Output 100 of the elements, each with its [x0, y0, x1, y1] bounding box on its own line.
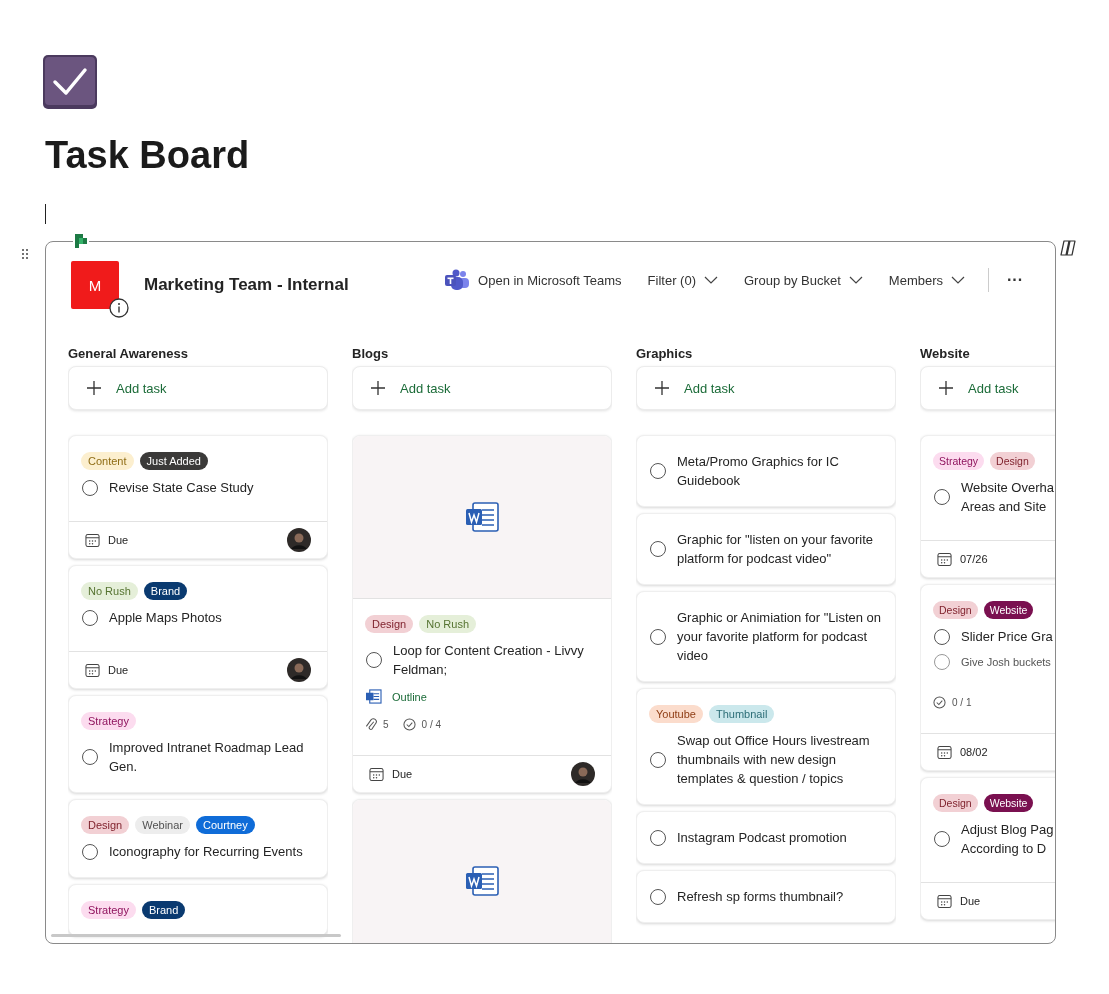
add-task-button[interactable]: Add task: [920, 366, 1055, 410]
task-card[interactable]: Refresh sp forms thumbnail?: [636, 870, 896, 923]
checklist-count: 0 / 4: [421, 719, 442, 730]
label-tag: Design: [365, 615, 414, 633]
bucket-title: Website: [920, 346, 971, 363]
more-options-button[interactable]: ···: [1001, 271, 1029, 289]
assignee-avatar[interactable]: [287, 658, 311, 682]
label-tag: Webinar: [135, 816, 190, 834]
dropdown-button[interactable]: Members: [879, 272, 974, 288]
task-card[interactable]: Strategy Design Website Overha Areas and Site 07/26: [920, 435, 1055, 578]
label-tag: Website: [983, 601, 1034, 619]
task-title: Apple Maps Photos: [109, 609, 222, 627]
label-tag: Strategy: [81, 712, 136, 730]
add-task-button[interactable]: Add task: [636, 366, 896, 410]
task-title: Loop for Content Creation - Livvy Feldman;: [393, 642, 585, 679]
plan-avatar: M: [71, 261, 119, 309]
task-title: Graphic or Animiation for "Listen on your favorite platform for podcast video: [677, 609, 883, 665]
label-tag: Thumbnail: [709, 705, 775, 723]
label-tag: Content: [81, 452, 134, 470]
check-circle-icon: [402, 718, 416, 731]
horizontal-scrollbar[interactable]: [51, 934, 341, 937]
task-card[interactable]: Design Website Adjust Blog Pag According to D Due: [920, 777, 1055, 920]
task-card[interactable]: Strategy Brand: [68, 884, 328, 936]
document-icon: [365, 689, 382, 704]
due-date: Due: [108, 534, 129, 546]
copilot-icon[interactable]: [1059, 239, 1077, 257]
label-tag: No Rush: [81, 582, 138, 600]
task-title: Improved Intranet Roadmap Lead Gen.: [109, 739, 305, 776]
plan-name: Marketing Team - Internal: [144, 275, 349, 295]
plus-icon: [938, 380, 954, 396]
calendar-icon: [85, 532, 100, 548]
checklist-item: Give Josh buckets: [961, 656, 1051, 668]
document-icon: [465, 866, 499, 896]
task-card[interactable]: Instagram Podcast promotion: [636, 811, 896, 864]
label-tag: Design: [933, 601, 978, 619]
label-tag: Courtney: [196, 816, 255, 834]
label-tag: Brand: [143, 582, 188, 600]
label-tag: Just Added: [139, 452, 208, 470]
task-title: Swap out Office Hours livestream thumbnails with new design templates & question / topics: [677, 732, 871, 788]
task-card[interactable]: Content Just Added Revise State Case Study Due: [68, 435, 328, 559]
task-title: Iconography for Recurring Events: [109, 843, 303, 861]
chevron-down-icon: [704, 276, 718, 284]
label-tag: Youtube: [649, 705, 703, 723]
bucket-title: Blogs: [352, 346, 390, 363]
label-tag: Brand: [141, 901, 186, 919]
due-date: 08/02: [960, 746, 988, 758]
calendar-icon: [937, 551, 952, 567]
open-in-teams-button[interactable]: Open in Microsoft Teams: [435, 269, 631, 291]
attachment-link[interactable]: Outline: [392, 690, 427, 703]
dropdown-button[interactable]: Group by Bucket: [735, 272, 872, 288]
checkmark-logo-icon: [42, 54, 98, 110]
task-title: Website Overha Areas and Site: [961, 479, 1054, 516]
label-tag: Website: [983, 794, 1034, 812]
document-icon: [465, 502, 499, 532]
text-cursor: [45, 204, 46, 224]
paperclip-icon: [365, 718, 377, 731]
task-card[interactable]: Design No Rush Loop for Content Creation - Livvy Feldman; Outline 5 0 / 4 Due: [352, 435, 612, 793]
checklist-count: 0 / 1: [952, 697, 972, 708]
info-icon[interactable]: [109, 298, 129, 318]
task-card[interactable]: Strategy Improved Intranet Roadmap Lead Gen.: [68, 695, 328, 793]
add-task-button[interactable]: Add task: [352, 366, 612, 410]
teams-icon: [444, 269, 471, 291]
dropdown-button[interactable]: Filter (0): [638, 272, 727, 288]
chevron-down-icon: [951, 276, 965, 284]
bucket-title: Graphics: [636, 346, 694, 363]
calendar-icon: [937, 893, 952, 909]
task-card[interactable]: No Rush Brand Apple Maps Photos Due: [68, 565, 328, 689]
assignee-avatar[interactable]: [287, 528, 311, 552]
due-date: Due: [392, 768, 413, 780]
assignee-avatar[interactable]: [571, 762, 595, 786]
due-date: Due: [960, 895, 981, 907]
task-card[interactable]: Graphic for "listen on your favorite platform for podcast video": [636, 513, 896, 585]
label-tag: Design: [933, 794, 978, 812]
task-card[interactable]: Design Website Slider Price Gra Give Josh buckets 0 / 1 08/02: [920, 584, 1055, 771]
task-card[interactable]: Graphic or Animiation for "Listen on your favorite platform for podcast video: [636, 591, 896, 682]
label-tag: Strategy: [81, 901, 136, 919]
label-tag: Strategy: [933, 452, 985, 470]
task-card[interactable]: Youtube Thumbnail Swap out Office Hours livestream thumbnails with new design templates & question / topics: [636, 688, 896, 805]
add-task-button[interactable]: Add task: [68, 366, 328, 410]
drag-handle-icon[interactable]: [22, 249, 28, 259]
task-title: Adjust Blog Pag According to D: [961, 821, 1054, 858]
task-card[interactable]: Design Webinar Courtney Iconography for Recurring Events: [68, 799, 328, 878]
chevron-down-icon: [848, 276, 863, 284]
due-date: Due: [108, 664, 129, 676]
page-title: Task Board: [45, 133, 251, 178]
task-title: Instagram Podcast promotion: [677, 829, 847, 847]
plus-icon: [86, 380, 102, 396]
task-card[interactable]: Meta/Promo Graphics for IC Guidebook: [636, 435, 896, 507]
attachment-count: 5: [383, 719, 389, 730]
plus-icon: [654, 380, 670, 396]
task-title: Graphic for "listen on your favorite platform for podcast video": [677, 531, 875, 568]
calendar-icon: [937, 744, 952, 760]
label-tag: Design: [81, 816, 130, 834]
bucket-title: General Awareness: [68, 346, 189, 363]
task-title: Slider Price Gra: [961, 628, 1053, 646]
label-tag: No Rush: [419, 615, 477, 633]
label-tag: Design: [990, 452, 1035, 470]
due-date: 07/26: [960, 553, 988, 565]
calendar-icon: [85, 662, 100, 678]
task-title: Meta/Promo Graphics for IC Guidebook: [677, 453, 840, 490]
